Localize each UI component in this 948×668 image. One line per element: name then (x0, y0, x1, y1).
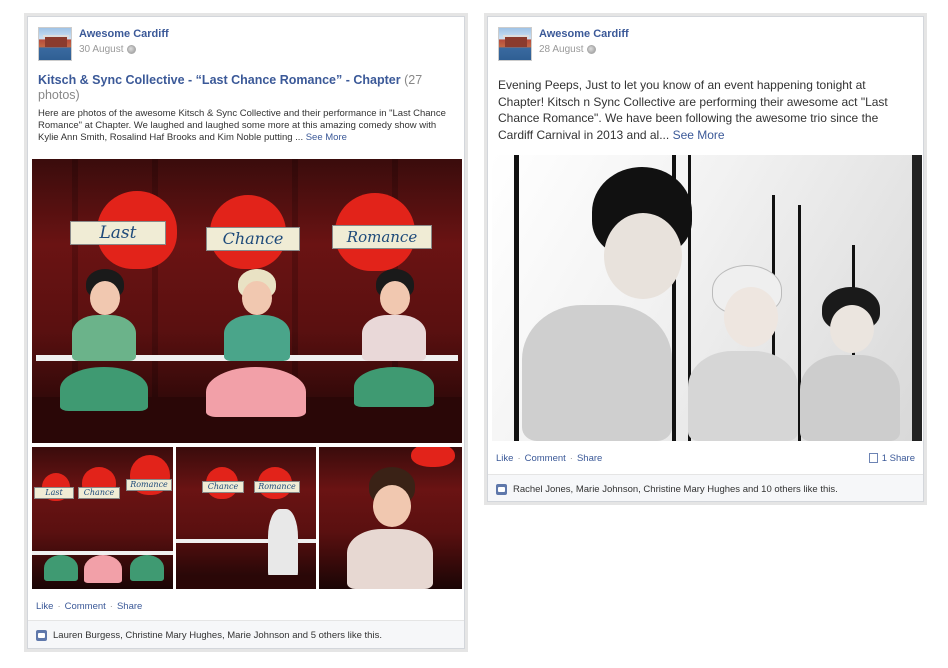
post-1-actions: Like · Comment · Share (36, 600, 143, 612)
thumb2-banner-chance: Chance (202, 481, 244, 493)
album-thumb-2[interactable]: Chance Romance (176, 447, 316, 589)
album-thumb-1[interactable]: Last Chance Romance (32, 447, 173, 589)
banner-chance: Chance (206, 227, 300, 251)
share-link[interactable]: Share (577, 453, 602, 464)
likes-summary[interactable]: Rachel Jones, Marie Johnson, Christine M… (513, 484, 838, 495)
page-name-link[interactable]: Awesome Cardiff (539, 28, 629, 41)
share-count[interactable]: 1 Share (882, 453, 915, 464)
post-1-likes: Lauren Burgess, Christine Mary Hughes, M… (28, 620, 464, 648)
banner-last: Last (70, 221, 166, 245)
share-icon (868, 453, 878, 463)
post-body: Evening Peeps, Just to let you know of a… (488, 77, 923, 143)
like-thumb-icon (496, 484, 507, 495)
post-1: Awesome Cardiff 30 August Kitsch & Sync … (27, 16, 465, 649)
post-card-2: Awesome Cardiff 28 August Evening Peeps,… (484, 13, 927, 505)
globe-icon (587, 45, 597, 54)
performer-1 (54, 269, 154, 439)
album-main-photo[interactable]: Last Chance Romance (32, 159, 462, 443)
album-description: Here are photos of the awesome Kitsch & … (28, 108, 464, 144)
post-card-1: Awesome Cardiff 30 August Kitsch & Sync … (24, 13, 468, 652)
post-2-actions: Like · Comment · Share 1 Share (496, 452, 915, 464)
like-thumb-icon (36, 630, 47, 641)
thumb1-banner-romance: Romance (126, 479, 172, 491)
post-date[interactable]: 30 August (79, 44, 123, 55)
post-photo[interactable] (492, 155, 922, 441)
thumb2-banner-romance: Romance (254, 481, 300, 493)
page-avatar[interactable] (498, 27, 532, 61)
like-link[interactable]: Like (36, 601, 53, 612)
performer-3 (344, 269, 444, 439)
thumb1-banner-chance: Chance (78, 487, 120, 499)
see-more-link[interactable]: See More (306, 132, 347, 143)
like-link[interactable]: Like (496, 453, 513, 464)
page-name-link[interactable]: Awesome Cardiff (79, 28, 169, 41)
performer-2 (200, 269, 310, 439)
description-text: Here are photos of the awesome Kitsch & … (38, 108, 446, 143)
see-more-link[interactable]: See More (673, 128, 725, 142)
post-header: Awesome Cardiff 30 August (28, 17, 464, 63)
globe-icon (127, 45, 137, 54)
share-link[interactable]: Share (117, 601, 142, 612)
comment-link[interactable]: Comment (525, 453, 566, 464)
album-title: Kitsch & Sync Collective - “Last Chance … (28, 73, 464, 103)
post-date[interactable]: 28 August (539, 44, 583, 55)
post-2-likes: Rachel Jones, Marie Johnson, Christine M… (488, 474, 923, 501)
post-2: Awesome Cardiff 28 August Evening Peeps,… (487, 16, 924, 502)
album-title-link[interactable]: Kitsch & Sync Collective - “Last Chance … (38, 73, 401, 87)
banner-romance: Romance (332, 225, 432, 249)
album-thumb-3[interactable] (319, 447, 462, 589)
post-header: Awesome Cardiff 28 August (488, 17, 923, 63)
thumb1-banner-last: Last (34, 487, 74, 499)
likes-summary[interactable]: Lauren Burgess, Christine Mary Hughes, M… (53, 630, 382, 641)
comment-link[interactable]: Comment (65, 601, 106, 612)
page-avatar[interactable] (38, 27, 72, 61)
